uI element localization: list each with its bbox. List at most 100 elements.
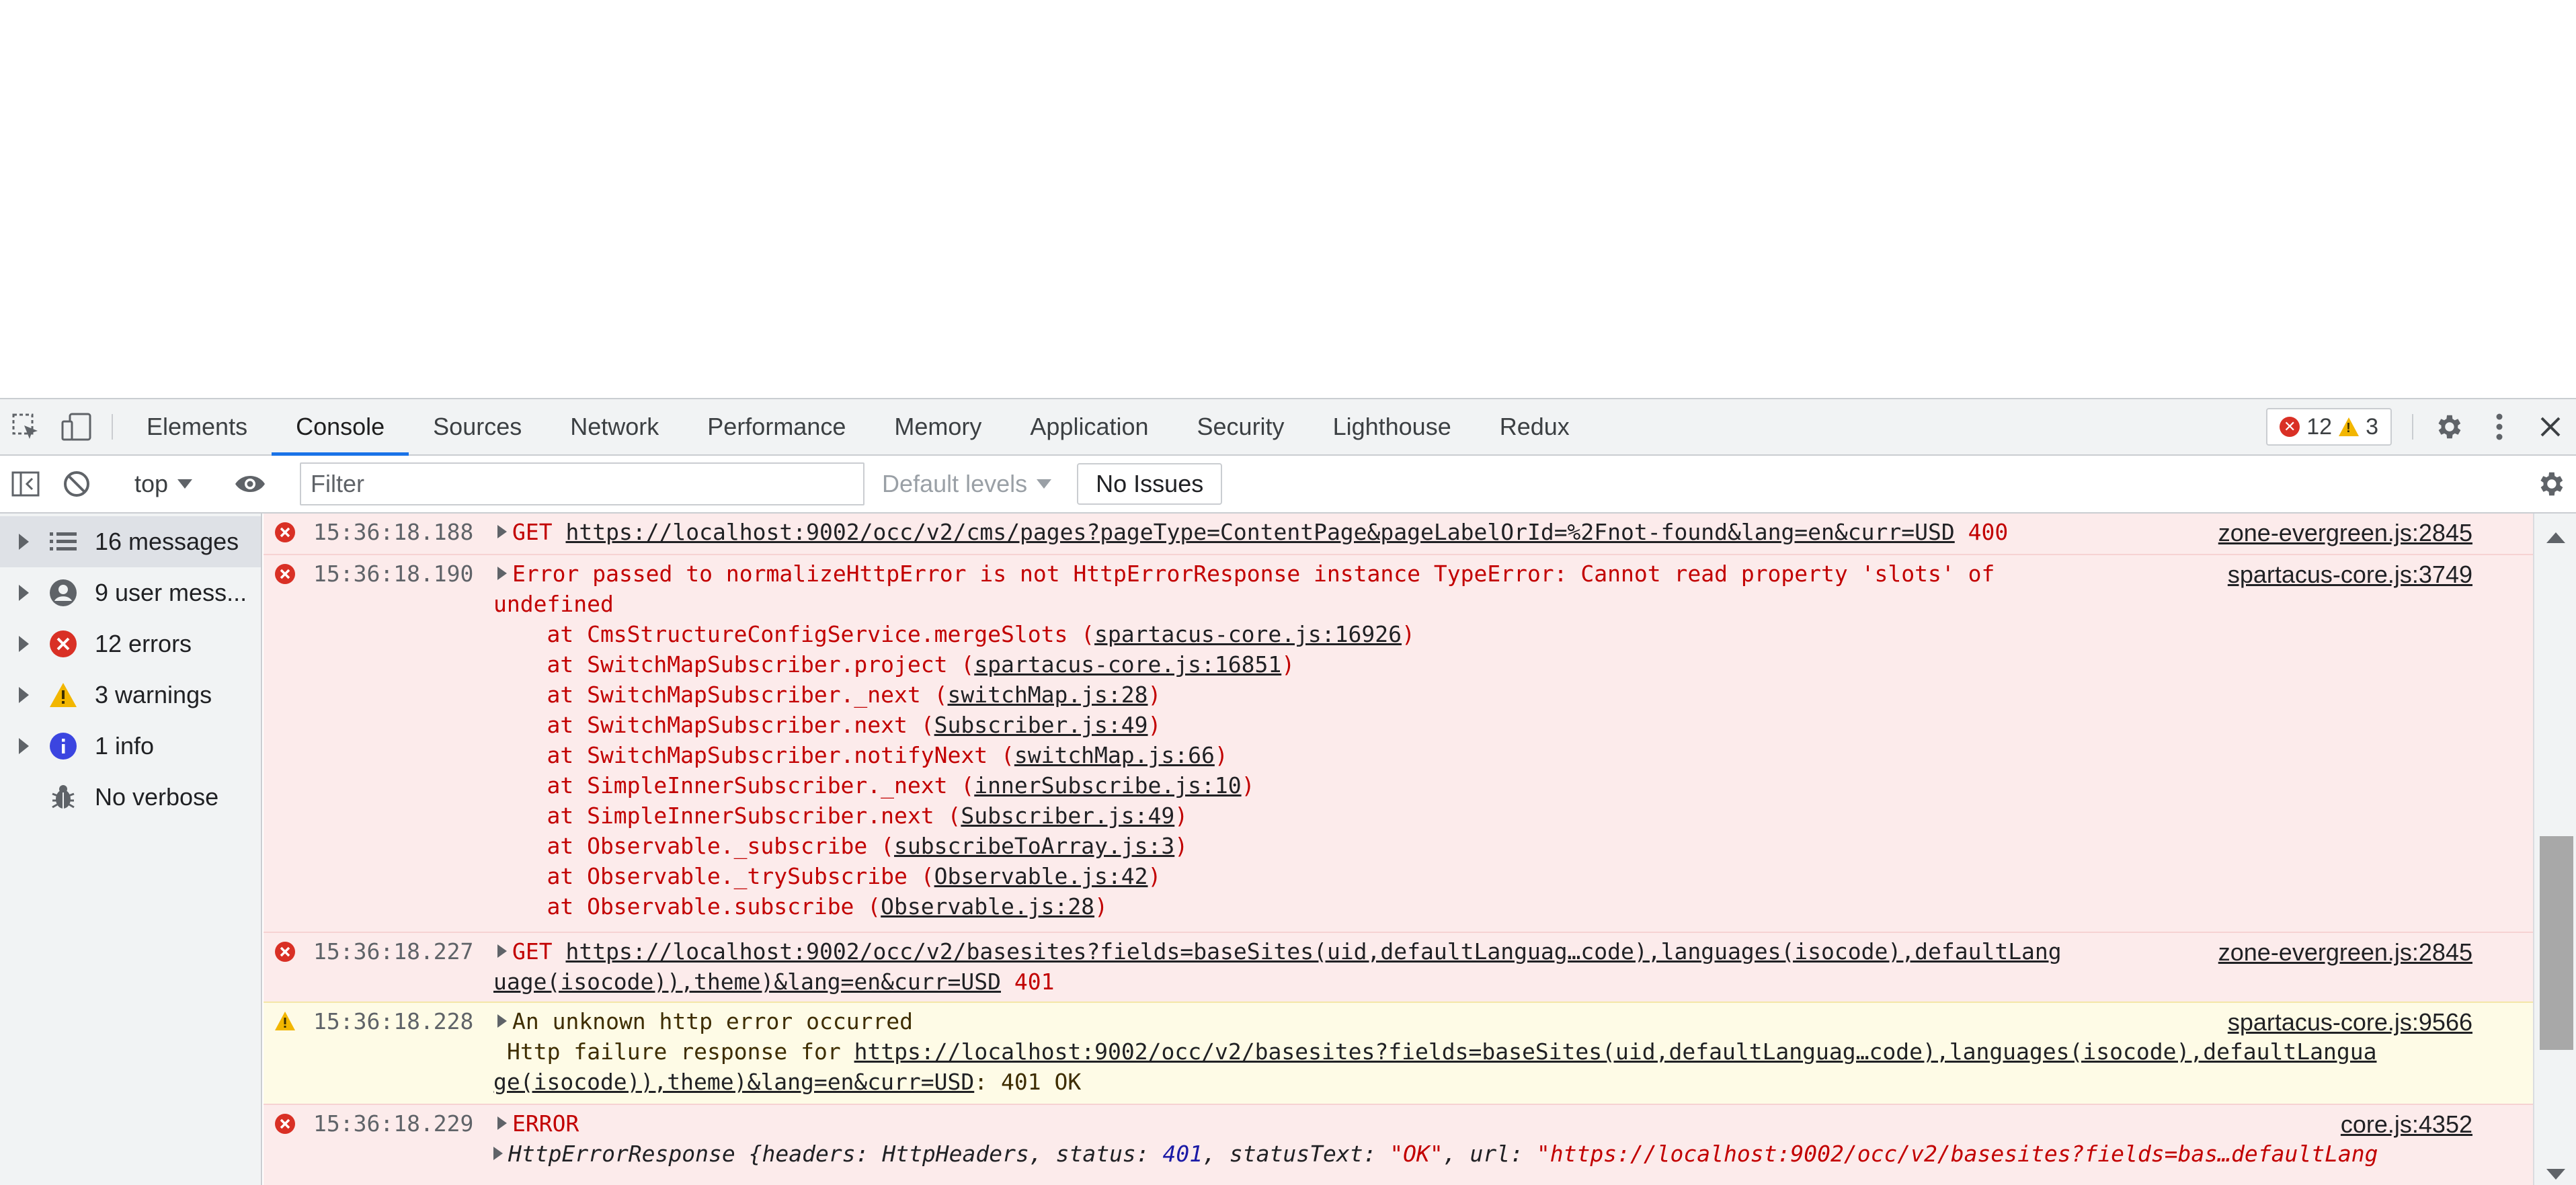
http-status: 401 — [1014, 969, 1055, 995]
stack-frame: at SimpleInnerSubscriber._next (innerSub… — [493, 772, 1255, 799]
context-selector-value: top — [134, 470, 169, 497]
message-timestamp: 15:36:18.188 — [313, 519, 474, 545]
issues-counter-button[interactable]: ✕ 12 ! 3 — [2266, 408, 2392, 446]
stack-frame-link[interactable]: spartacus-core.js:16926 — [1094, 621, 1402, 647]
tab-elements[interactable]: Elements — [122, 399, 272, 454]
expand-arrow-icon[interactable] — [497, 1014, 507, 1028]
no-issues-button[interactable]: No Issues — [1077, 463, 1223, 505]
scrollbar-thumb[interactable] — [2540, 836, 2573, 1050]
stack-frame-link[interactable]: subscribeToArray.js:3 — [894, 833, 1174, 859]
tab-redux[interactable]: Redux — [1476, 399, 1594, 454]
http-method: GET — [512, 519, 553, 545]
stack-frame-link[interactable]: Observable.js:42 — [934, 863, 1148, 889]
clear-console-icon[interactable] — [51, 469, 102, 499]
expand-arrow-icon[interactable] — [497, 1116, 507, 1130]
warning-message-text: An unknown http error occurred — [512, 1008, 914, 1034]
list-icon — [48, 526, 79, 557]
console-message-error[interactable]: 15:36:18.188 GET https://localhost:9002/… — [264, 514, 2533, 554]
warning-icon — [275, 1012, 295, 1030]
console-message-warning[interactable]: 15:36:18.228 An unknown http error occur… — [264, 1002, 2533, 1104]
source-link[interactable]: core.js:4352 — [2341, 1110, 2472, 1139]
info-icon — [48, 731, 79, 762]
source-link[interactable]: zone-evergreen.js:2845 — [2218, 938, 2472, 967]
devtools-tabbar: Elements Console Sources Network Perform… — [0, 399, 2576, 456]
expand-arrow-icon[interactable] — [19, 636, 29, 652]
error-message-text: Error passed to normalizeHttpError is no… — [512, 561, 1995, 587]
filter-input[interactable] — [300, 462, 865, 505]
expand-arrow-icon[interactable] — [19, 738, 29, 754]
request-url-link[interactable]: https://localhost:9002/occ/v2/cms/pages?… — [565, 519, 1954, 545]
source-link[interactable]: spartacus-core.js:9566 — [2228, 1008, 2472, 1036]
error-icon — [275, 942, 295, 962]
sidebar-item-errors[interactable]: 12 errors — [0, 618, 261, 669]
tab-console[interactable]: Console — [272, 399, 409, 456]
sidebar-item-verbose[interactable]: No verbose — [0, 772, 261, 823]
settings-gear-icon[interactable] — [2423, 399, 2474, 454]
device-toolbar-icon[interactable] — [51, 399, 102, 454]
tab-lighthouse[interactable]: Lighthouse — [1309, 399, 1476, 454]
expand-arrow-icon[interactable] — [497, 525, 507, 538]
message-timestamp: 15:36:18.190 — [313, 561, 474, 587]
tab-network[interactable]: Network — [546, 399, 683, 454]
tab-application[interactable]: Application — [1006, 399, 1172, 454]
stack-frame-link[interactable]: Subscriber.js:49 — [934, 712, 1148, 738]
request-url-link-cont[interactable]: ge(isocode)),theme)&lang=en&curr=USD — [493, 1069, 974, 1095]
live-expression-eye-icon[interactable] — [225, 473, 276, 495]
tab-memory[interactable]: Memory — [870, 399, 1006, 454]
error-message-text-cont: undefined — [493, 591, 614, 617]
log-levels-dropdown[interactable]: Default levels — [864, 470, 1066, 498]
request-url-link-cont[interactable]: uage(isocode)),theme)&lang=en&curr=USD — [493, 969, 1001, 995]
stack-frame-link[interactable]: innerSubscribe.js:10 — [974, 772, 1241, 799]
more-options-icon[interactable] — [2474, 399, 2525, 454]
error-icon: ✕ — [2280, 417, 2300, 437]
stack-frame-link[interactable]: switchMap.js:66 — [1014, 742, 1215, 768]
http-error-response-object[interactable]: HttpErrorResponse {headers: HttpHeaders,… — [493, 1141, 2378, 1167]
sidebar-item-label: 3 warnings — [95, 681, 212, 708]
tab-sources[interactable]: Sources — [409, 399, 546, 454]
sidebar-item-label: 12 errors — [95, 630, 192, 657]
console-message-error[interactable]: 15:36:18.229 ERROR HttpErrorResponse {he… — [264, 1104, 2533, 1185]
console-messages: 15:36:18.188 GET https://localhost:9002/… — [264, 514, 2533, 1185]
scroll-down-arrow-icon[interactable] — [2546, 1169, 2565, 1180]
show-sidebar-icon[interactable] — [0, 471, 51, 497]
expand-arrow-icon[interactable] — [497, 567, 507, 580]
stack-frame-link[interactable]: switchMap.js:28 — [948, 682, 1148, 708]
console-scrollbar[interactable] — [2533, 514, 2576, 1185]
expand-arrow-icon[interactable] — [19, 534, 29, 550]
stack-frame: at SwitchMapSubscriber.notifyNext (switc… — [493, 742, 1228, 768]
stack-frame: at SimpleInnerSubscriber.next (Subscribe… — [493, 803, 1189, 829]
stack-frame-link[interactable]: spartacus-core.js:16851 — [974, 651, 1281, 678]
scroll-up-arrow-icon[interactable] — [2546, 532, 2565, 543]
message-timestamp: 15:36:18.227 — [313, 938, 474, 965]
close-devtools-icon[interactable] — [2525, 399, 2576, 454]
tabbar-separator — [112, 414, 113, 440]
request-url-link[interactable]: https://localhost:9002/occ/v2/basesites?… — [854, 1038, 2377, 1065]
console-settings-gear-icon[interactable] — [2525, 468, 2576, 499]
error-icon — [275, 522, 295, 542]
source-link[interactable]: spartacus-core.js:3749 — [2228, 561, 2472, 589]
expand-arrow-icon[interactable] — [493, 1147, 503, 1160]
tab-performance[interactable]: Performance — [683, 399, 870, 454]
expand-arrow-icon[interactable] — [19, 687, 29, 703]
sidebar-item-warnings[interactable]: 3 warnings — [0, 669, 261, 721]
stack-frame: at Observable._subscribe (subscribeToArr… — [493, 833, 1189, 859]
stack-frame-link[interactable]: Observable.js:28 — [881, 893, 1094, 920]
console-message-error[interactable]: 15:36:18.190 Error passed to normalizeHt… — [264, 554, 2533, 932]
error-icon — [48, 628, 79, 659]
context-selector[interactable]: top — [122, 470, 204, 498]
message-timestamp: 15:36:18.228 — [313, 1008, 474, 1034]
sidebar-item-info[interactable]: 1 info — [0, 721, 261, 772]
expand-arrow-icon[interactable] — [19, 585, 29, 601]
stack-frame: at CmsStructureConfigService.mergeSlots … — [493, 621, 1415, 647]
sidebar-item-user-messages[interactable]: 9 user mess... — [0, 567, 261, 618]
console-message-error[interactable]: 15:36:18.227 GET https://localhost:9002/… — [264, 932, 2533, 1002]
request-url-link[interactable]: https://localhost:9002/occ/v2/basesites?… — [565, 938, 2061, 965]
source-link[interactable]: zone-evergreen.js:2845 — [2218, 519, 2472, 547]
error-message-text: ERROR — [512, 1110, 579, 1137]
chevron-down-icon — [177, 479, 193, 489]
sidebar-item-messages[interactable]: 16 messages — [0, 516, 261, 567]
tab-security[interactable]: Security — [1173, 399, 1309, 454]
inspect-element-icon[interactable] — [0, 399, 51, 454]
stack-frame-link[interactable]: Subscriber.js:49 — [961, 803, 1174, 829]
expand-arrow-icon[interactable] — [497, 944, 507, 958]
